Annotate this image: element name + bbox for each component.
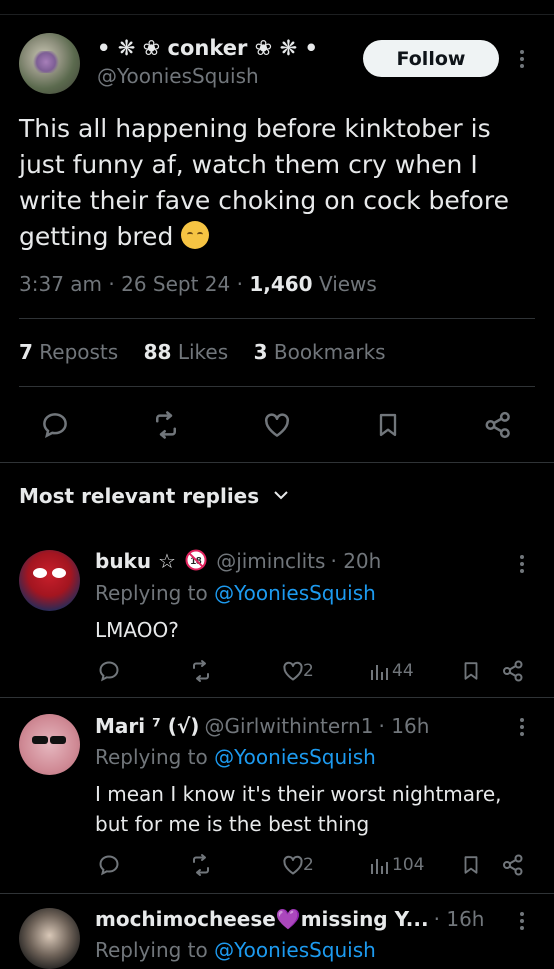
divider (19, 318, 535, 319)
divider (0, 697, 554, 698)
likes-label: Likes (177, 340, 229, 364)
more-options-icon[interactable] (520, 912, 526, 933)
repost-icon[interactable] (189, 853, 213, 877)
reply-action-bar: 2 44 (97, 658, 527, 684)
views-count: 104 (392, 855, 425, 875)
reply-header: buku ☆ 18 @jiminclits · 20h (95, 549, 382, 573)
sleepy-face-icon (181, 221, 210, 249)
divider (0, 462, 554, 463)
author-display-name[interactable]: • ❋ ❀ conker ❀ ❋ • (97, 36, 318, 60)
reply-age: 16h (391, 714, 430, 738)
tweet-body: This all happening before kinktober is j… (19, 114, 509, 251)
more-options-icon[interactable] (520, 50, 526, 71)
chevron-down-icon (274, 491, 288, 500)
reply-author-name[interactable]: buku ☆ (95, 549, 176, 573)
tweet-time[interactable]: 3:37 am (19, 272, 102, 296)
bookmarks-count: 3 (253, 340, 268, 364)
bookmark-icon[interactable] (460, 853, 482, 877)
author-handle[interactable]: @YooniesSquish (97, 64, 259, 88)
replying-to: Replying to @YooniesSquish (95, 581, 376, 605)
divider (19, 386, 535, 387)
like-icon[interactable] (262, 410, 292, 440)
tweet-stats: 7 Reposts 88 Likes 3 Bookmarks (19, 340, 386, 364)
views-count: 1,460 (249, 272, 313, 296)
more-options-icon[interactable] (520, 718, 526, 739)
replying-to: Replying to @YooniesSquish (95, 938, 376, 962)
reply-header: Mari ⁷ (√) @Girlwithintern1 · 16h (95, 714, 430, 738)
replying-to-handle[interactable]: @YooniesSquish (214, 745, 376, 769)
reply-action-bar: 2 104 (97, 852, 527, 878)
likes-stat[interactable]: 88 Likes (144, 340, 229, 364)
bookmarks-stat[interactable]: 3 Bookmarks (254, 340, 386, 364)
share-icon[interactable] (483, 410, 513, 440)
reply-icon[interactable] (40, 410, 70, 440)
reply-author-handle[interactable]: @jiminclits (216, 549, 325, 573)
like-icon[interactable] (281, 659, 305, 683)
tweet-text: This all happening before kinktober is j… (19, 111, 529, 255)
views-icon[interactable] (369, 853, 391, 877)
replying-to-label: Replying to (95, 745, 208, 769)
reposts-label: Reposts (39, 340, 119, 364)
replying-to-label: Replying to (95, 938, 208, 962)
reply-age: 20h (343, 549, 382, 573)
top-divider (0, 14, 554, 15)
author-avatar[interactable] (19, 33, 80, 94)
divider (0, 893, 554, 894)
tweet-meta: 3:37 am · 26 Sept 24 · 1,460 Views (19, 272, 377, 296)
repost-icon[interactable] (189, 659, 213, 683)
replies-sort-dropdown[interactable]: Most relevant replies (19, 484, 290, 508)
no-under-18-icon: 18 (185, 549, 207, 571)
reply-header: mochimocheese💜missing Y... · 16h (95, 907, 485, 931)
reposts-stat[interactable]: 7 Reposts (19, 340, 118, 364)
like-count: 2 (303, 661, 314, 681)
views-icon[interactable] (369, 659, 391, 683)
reply-text: I mean I know it's their worst nightmare… (95, 782, 502, 836)
replying-to: Replying to @YooniesSquish (95, 745, 376, 769)
reply-author-handle[interactable]: @Girlwithintern1 (205, 714, 374, 738)
replying-to-handle[interactable]: @YooniesSquish (214, 938, 376, 962)
reply-icon[interactable] (97, 853, 121, 877)
reply-avatar[interactable] (19, 550, 80, 611)
like-icon[interactable] (281, 853, 305, 877)
replying-to-label: Replying to (95, 581, 208, 605)
likes-count: 88 (143, 340, 172, 364)
share-icon[interactable] (501, 659, 525, 683)
follow-button[interactable]: Follow (363, 40, 499, 77)
reply-author-name[interactable]: mochimocheese💜missing Y... (95, 907, 429, 931)
bookmark-icon[interactable] (460, 659, 482, 683)
like-count: 2 (303, 855, 314, 875)
reply-author-name[interactable]: Mari ⁷ (√) (95, 714, 199, 738)
bookmarks-label: Bookmarks (273, 340, 386, 364)
reply-age: 16h (446, 907, 485, 931)
share-icon[interactable] (501, 853, 525, 877)
reposts-count: 7 (19, 340, 33, 364)
reply-text: LMAOO? (95, 618, 179, 642)
more-options-icon[interactable] (520, 555, 526, 576)
views-label: Views (318, 272, 377, 296)
views-count: 44 (392, 661, 414, 681)
tweet-date[interactable]: 26 Sept 24 (121, 272, 230, 296)
reply-icon[interactable] (97, 659, 121, 683)
repost-icon[interactable] (150, 410, 182, 440)
bookmark-icon[interactable] (374, 410, 402, 440)
replies-sort-label: Most relevant replies (19, 484, 260, 508)
replying-to-handle[interactable]: @YooniesSquish (214, 581, 376, 605)
reply-avatar[interactable] (19, 714, 80, 775)
